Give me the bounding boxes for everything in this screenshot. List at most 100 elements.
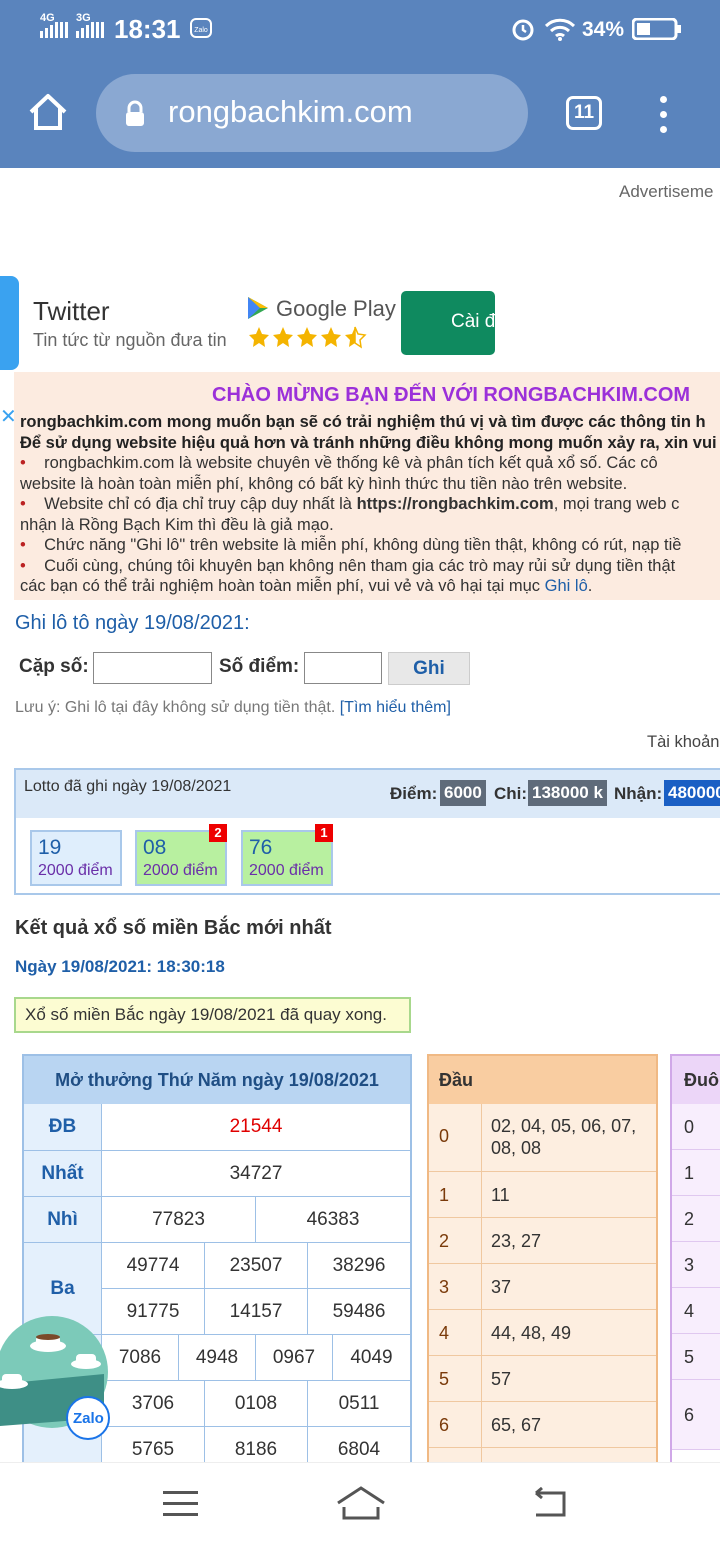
table-row: 0 xyxy=(672,1104,720,1150)
third-prize: 38296 xyxy=(332,1255,386,1276)
results-table-title: Mở thưởng Thứ Năm ngày 19/08/2021 xyxy=(24,1056,410,1104)
tail-digit-header: Đuôi xyxy=(672,1056,720,1104)
table-row: 0 02, 04, 05, 06, 07, 08, 08 xyxy=(429,1104,656,1172)
table-row: 2 23, 27 xyxy=(429,1218,656,1264)
lotto-pick[interactable]: 08 2000 điểm 2 xyxy=(135,824,227,886)
learn-more-link[interactable]: [Tìm hiểu thêm] xyxy=(340,699,451,716)
ad-store-name: Google Play xyxy=(276,296,396,321)
welcome-line-2: Để sử dụng website hiệu quả hơn và tránh… xyxy=(20,433,720,452)
table-row: 5 xyxy=(672,1334,720,1380)
nhan-value: 480000 xyxy=(664,780,720,806)
ad-side-tab xyxy=(0,276,19,370)
ghi-button[interactable]: Ghi xyxy=(388,652,470,685)
fifth-prize: 6804 xyxy=(337,1439,381,1460)
table-row: 1 xyxy=(672,1150,720,1196)
hit-count-badge: 1 xyxy=(315,824,333,842)
fourth-prize: 4948 xyxy=(179,1335,256,1380)
battery-icon xyxy=(632,18,681,40)
rating-stars xyxy=(249,326,367,349)
cap-so-input[interactable] xyxy=(93,652,212,684)
table-row: 5 57 xyxy=(429,1356,656,1402)
tabs-icon[interactable]: 11 xyxy=(566,96,602,130)
result-date: Ngày 19/08/2021: 18:30:18 xyxy=(15,957,225,976)
ghi-lo-link[interactable]: Ghi lô xyxy=(545,577,588,595)
lock-icon xyxy=(126,100,144,126)
hit-count-badge: 2 xyxy=(209,824,227,842)
battery-text: 34% xyxy=(582,18,625,41)
diem-input[interactable] xyxy=(304,652,382,684)
fifth-prize: 3706 xyxy=(102,1381,205,1426)
table-row: 1 11 xyxy=(429,1172,656,1218)
menu-icon[interactable] xyxy=(162,1489,200,1519)
third-prize: 91775 xyxy=(102,1289,205,1334)
third-prize: 59486 xyxy=(332,1301,386,1322)
signal-icon-2 xyxy=(76,22,104,38)
ad-app-name: Twitter xyxy=(33,296,110,326)
back-icon[interactable] xyxy=(530,1487,570,1519)
prize-label: ĐB xyxy=(24,1104,102,1150)
second-prize: 77823 xyxy=(102,1197,256,1242)
ad-label: Advertiseme xyxy=(619,182,714,201)
ad-subtitle: Tin tức từ nguồn đưa tin xyxy=(33,330,227,350)
signal-icon-1 xyxy=(40,22,68,38)
zalo-chat-widget[interactable]: Zalo xyxy=(0,1314,110,1440)
welcome-bullet-1-cont: website là hoàn toàn miễn phí, không có … xyxy=(20,474,628,493)
table-row: 2 xyxy=(672,1196,720,1242)
ad-banner[interactable]: Twitter Tin tức từ nguồn đưa tin Google … xyxy=(0,276,500,372)
zalo-icon[interactable]: Zalo xyxy=(66,1396,110,1440)
wifi-icon xyxy=(544,18,576,41)
account-link[interactable]: Tài khoản xyxy=(647,733,719,752)
google-play-icon xyxy=(248,297,268,319)
third-prize: 23507 xyxy=(205,1243,308,1288)
result-status: Xổ số miền Bắc ngày 19/08/2021 đã quay x… xyxy=(14,997,411,1033)
table-row: 3 37 xyxy=(429,1264,656,1310)
first-prize: 34727 xyxy=(229,1163,283,1184)
second-prize: 46383 xyxy=(306,1209,360,1230)
welcome-bullet-4-cont: các bạn có thể trải nghiệm hoàn toàn miễ… xyxy=(20,577,593,595)
status-time: 18:31 xyxy=(114,14,181,44)
url-bar[interactable]: rongbachkim.com xyxy=(96,74,528,152)
welcome-bullet-3: • Chức năng "Ghi lô" trên website là miễ… xyxy=(20,536,682,554)
more-icon[interactable] xyxy=(660,96,667,141)
ad-install-label: Cài đ xyxy=(451,311,495,332)
lotto-box: Lotto đã ghi ngày 19/08/2021 Điểm: 6000 … xyxy=(14,768,720,895)
fifth-prize: 0511 xyxy=(338,1393,380,1414)
zalo-icon: Zalo xyxy=(190,18,212,38)
ghi-lo-title: Ghi lô tô ngày 19/08/2021: xyxy=(15,612,250,634)
welcome-bullet-2-cont: nhận là Rồng Bạch Kim thì đều là giả mạo… xyxy=(20,515,334,534)
table-row: 6 65, 67 xyxy=(429,1402,656,1448)
head-digit-table: Đầu 0 02, 04, 05, 06, 07, 08, 08 1 11 2 23… xyxy=(427,1054,658,1464)
lotto-pick[interactable]: 76 2000 điểm 1 xyxy=(241,824,333,886)
table-row: 4 xyxy=(672,1288,720,1334)
ghi-lo-note: Lưu ý: Ghi lô tại đây không sử dụng tiền… xyxy=(15,699,451,716)
table-row: 6 xyxy=(672,1380,720,1450)
welcome-box: CHÀO MỪNG BẠN ĐẾN VỚI RONGBACHKIM.COM ro… xyxy=(14,372,720,600)
head-digit-header: Đầu xyxy=(429,1056,656,1104)
ad-install-button[interactable]: Cài đ xyxy=(401,291,495,355)
chi-label: Chi: xyxy=(494,784,528,803)
welcome-bullet-1: • rongbachkim.com là website chuyên về t… xyxy=(20,454,658,472)
chi-value: 138000 k xyxy=(528,780,607,806)
lotto-title: Lotto đã ghi ngày 19/08/2021 xyxy=(24,778,232,795)
welcome-bullet-4: • Cuối cùng, chúng tôi khuyên bạn không … xyxy=(20,556,676,575)
fifth-prize: 0108 xyxy=(205,1381,308,1426)
fourth-prize: 0967 xyxy=(256,1335,333,1380)
fifth-prize: 5765 xyxy=(102,1427,205,1462)
browser-toolbar: 4G 3G 18:31 Zalo 34% rongbachkim.com 11 xyxy=(0,0,720,168)
system-nav-bar xyxy=(0,1462,720,1544)
nhan-label: Nhận: xyxy=(614,784,663,803)
home-icon[interactable] xyxy=(28,92,68,132)
cap-so-label: Cặp số: xyxy=(19,656,89,677)
tail-digit-table: Đuôi 0 1 2 3 4 5 6 xyxy=(670,1054,720,1464)
diem-label: Số điểm: xyxy=(219,656,300,677)
lotto-pick[interactable]: 19 2000 điểm xyxy=(30,830,122,886)
home-nav-icon[interactable] xyxy=(336,1485,386,1521)
svg-text:Zalo: Zalo xyxy=(194,27,208,34)
third-prize: 14157 xyxy=(205,1289,308,1334)
site-link[interactable]: https://rongbachkim.com xyxy=(357,495,554,513)
fifth-prize: 8186 xyxy=(205,1427,308,1462)
prize-label: Nhất xyxy=(24,1151,102,1196)
alarm-icon xyxy=(512,19,534,41)
diem-summary-value: 6000 xyxy=(440,780,486,806)
status-bar: 4G 3G 18:31 Zalo 34% xyxy=(0,0,720,58)
